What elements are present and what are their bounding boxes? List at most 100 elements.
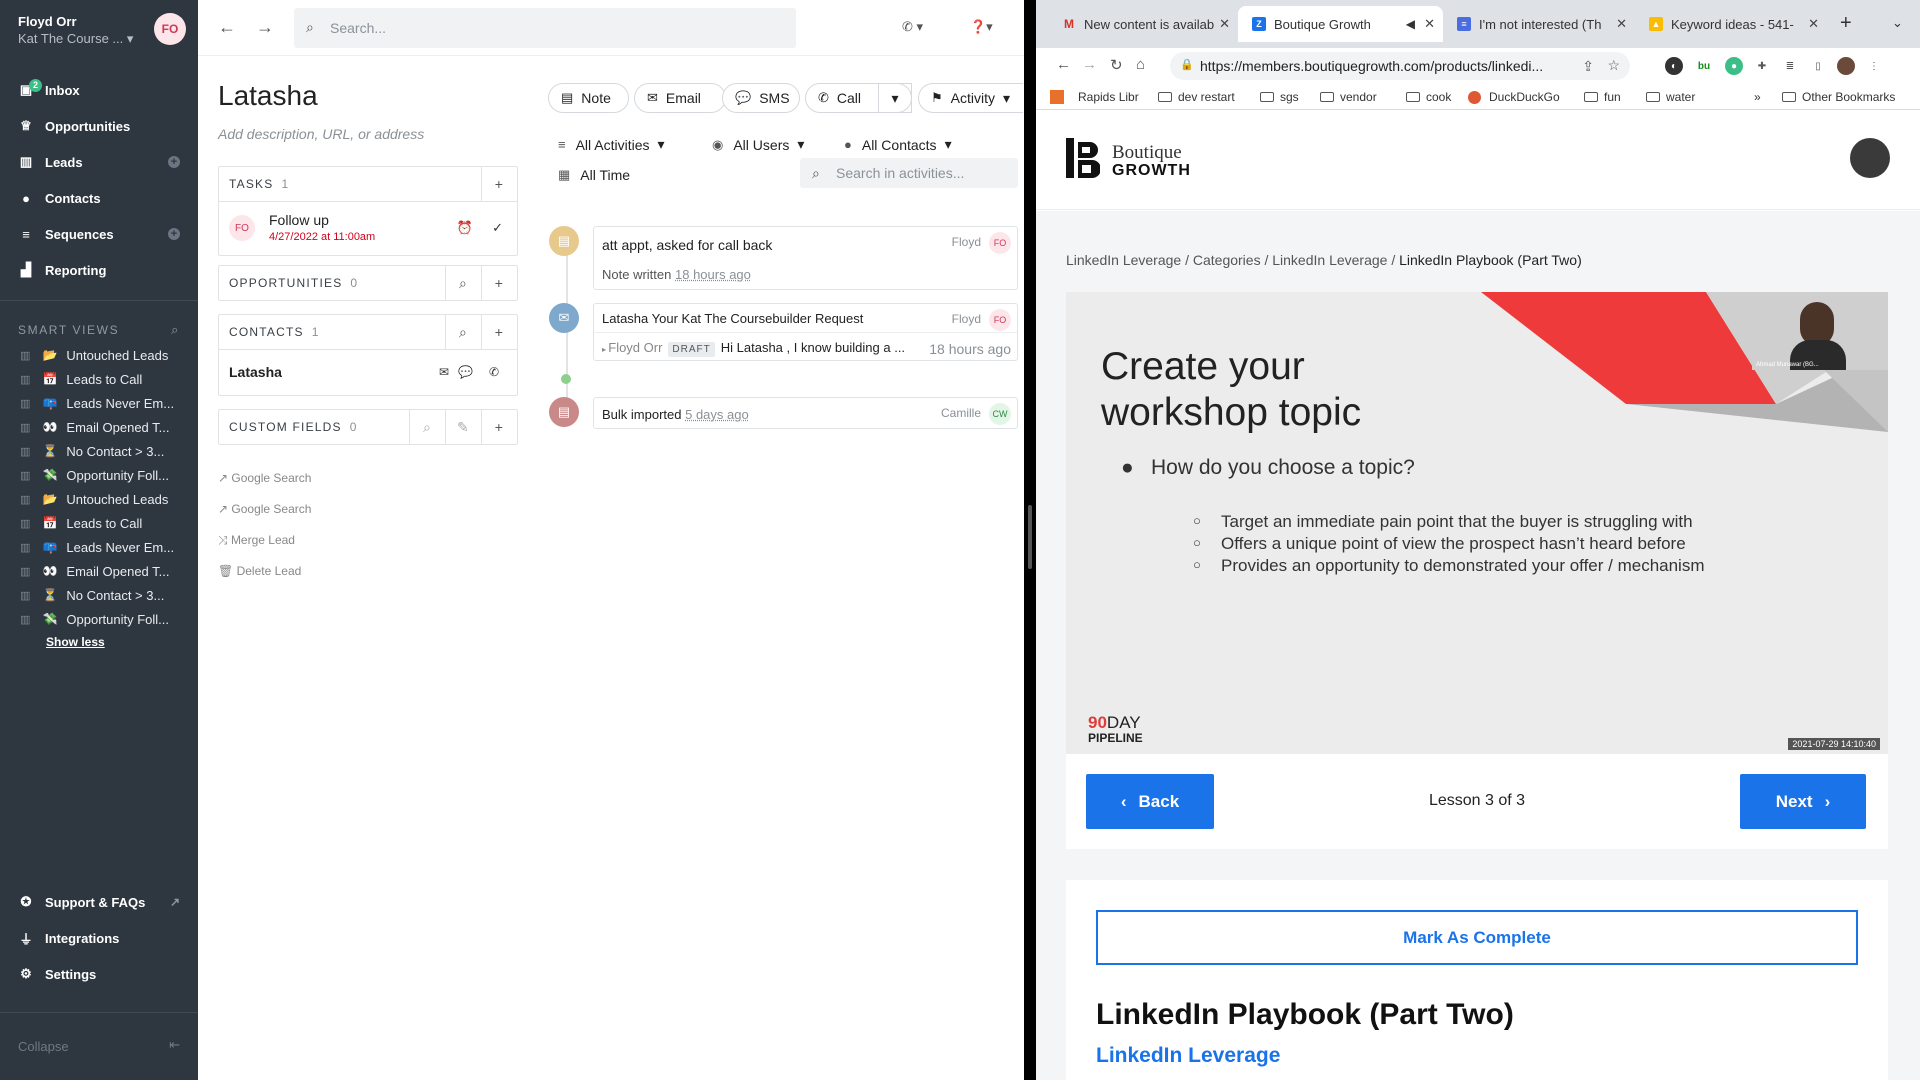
smart-view-item[interactable]: ▥ 👀 Email Opened T... — [0, 415, 198, 439]
smart-view-item[interactable]: ▥ 👀 Email Opened T... — [0, 559, 198, 583]
search-input[interactable]: ⌕ Search... — [294, 8, 796, 48]
note-button[interactable]: ▤ Note — [548, 83, 629, 113]
phone-icon[interactable]: ✆ ▾ — [902, 19, 923, 35]
show-less-link[interactable]: Show less — [0, 635, 198, 649]
video-player[interactable]: Ahmad Munawar (BG... Create your workshop… — [1066, 292, 1888, 754]
bookmark[interactable]: Rapids Libr — [1050, 90, 1139, 104]
page-title[interactable]: Latasha — [218, 80, 318, 112]
description-field[interactable]: Add description, URL, or address — [218, 126, 424, 142]
delete-lead-link[interactable]: 🗑 Delete Lead — [218, 564, 301, 578]
boutique-growth-logo[interactable] — [1066, 138, 1100, 178]
email-button[interactable]: ✉ Email — [634, 83, 726, 113]
google-search-link[interactable]: ↗ Google Search — [218, 471, 311, 485]
course-link[interactable]: LinkedIn Leverage — [1096, 1044, 1280, 1068]
forward-arrow-icon[interactable]: → — [256, 17, 274, 38]
url-input[interactable]: 🔒 https://members.boutiquegrowth.com/prod… — [1170, 52, 1630, 80]
smart-view-item[interactable]: ▥ 📪 Leads Never Em... — [0, 391, 198, 415]
sidebar-item-reporting[interactable]: ▟ Reporting — [0, 252, 198, 288]
sidebar-item-integrations[interactable]: ⏚ Integrations — [0, 920, 198, 956]
users-filter[interactable]: ◉ All Users ▾ — [712, 136, 804, 153]
breadcrumb-link[interactable]: LinkedIn Leverage — [1272, 252, 1387, 268]
share-icon[interactable]: ⇪ — [1582, 58, 1594, 75]
snooze-icon[interactable]: ⏰ — [457, 220, 473, 236]
smart-view-item[interactable]: ▥ 📂 Untouched Leads — [0, 343, 198, 367]
media-icon[interactable]: ≣ — [1781, 57, 1799, 75]
smart-view-item[interactable]: ▥ ⏳ No Contact > 3... — [0, 583, 198, 607]
bookmark[interactable]: vendor — [1320, 90, 1377, 104]
close-icon[interactable]: ✕ — [1808, 16, 1819, 32]
close-icon[interactable]: ✕ — [1616, 16, 1627, 32]
more-bookmarks-icon[interactable]: » — [1754, 90, 1761, 104]
bookmark[interactable]: fun — [1584, 90, 1621, 104]
back-arrow-icon[interactable]: ← — [1056, 56, 1071, 73]
add-lead-icon[interactable]: + — [168, 156, 180, 168]
profile-avatar[interactable] — [1837, 57, 1855, 75]
sidebar-item-inbox[interactable]: ▣ 2 Inbox — [0, 72, 198, 108]
next-button[interactable]: Next › — [1740, 774, 1866, 829]
activity-button[interactable]: ⚑ Activity ▾ — [918, 83, 1023, 113]
activities-filter[interactable]: ≡ All Activities ▾ — [558, 136, 665, 153]
smart-view-item[interactable]: ▥ 📅 Leads to Call — [0, 367, 198, 391]
breadcrumb-link[interactable]: Categories — [1193, 252, 1261, 268]
breadcrumb-link[interactable]: LinkedIn Leverage — [1066, 252, 1181, 268]
split-handle[interactable] — [1028, 505, 1032, 569]
sidebar-item-opportunities[interactable]: ♕ Opportunities — [0, 108, 198, 144]
smart-view-item[interactable]: ▥ 📅 Leads to Call — [0, 511, 198, 535]
tab-gmail[interactable]: M New content is availab ✕ — [1048, 6, 1238, 42]
puzzle-icon[interactable]: ✚ — [1753, 57, 1771, 75]
chevron-down-icon[interactable]: ⌄ — [1892, 15, 1903, 31]
sidepanel-icon[interactable]: ▯ — [1809, 57, 1827, 75]
add-contact-button[interactable]: + — [481, 315, 517, 349]
mark-complete-button[interactable]: Mark As Complete — [1096, 910, 1858, 965]
add-task-button[interactable]: + — [481, 167, 517, 201]
bookmark[interactable]: Other Bookmarks — [1782, 90, 1895, 104]
bookmark[interactable]: DuckDuckGo — [1468, 90, 1560, 104]
search-icon[interactable]: ⌕ — [445, 266, 481, 300]
menu-icon[interactable]: ⋮ — [1865, 57, 1883, 75]
reload-icon[interactable]: ↻ — [1110, 56, 1123, 74]
bookmark[interactable]: dev restart — [1158, 90, 1235, 104]
add-sequence-icon[interactable]: + — [168, 228, 180, 240]
new-tab-icon[interactable]: + — [1840, 12, 1852, 35]
smart-view-item[interactable]: ▥ ⏳ No Contact > 3... — [0, 439, 198, 463]
search-icon[interactable]: ⌕ — [445, 315, 481, 349]
forward-arrow-icon[interactable]: → — [1082, 56, 1097, 73]
sms-button[interactable]: 💬 SMS — [722, 83, 800, 113]
sidebar-item-sequences[interactable]: ≡ Sequences + — [0, 216, 198, 252]
collapse-button[interactable]: Collapse ⇤ — [0, 1012, 198, 1080]
email-icon[interactable]: ✉ — [439, 365, 449, 379]
complete-check-icon[interactable]: ✓ — [492, 220, 503, 236]
close-icon[interactable]: ✕ — [1424, 16, 1435, 32]
speaker-icon[interactable]: ◀︎ — [1406, 17, 1415, 31]
time-filter[interactable]: ▦ All Time — [558, 167, 630, 183]
extension-icon[interactable]: ● — [1725, 57, 1743, 75]
home-icon[interactable]: ⌂ — [1136, 56, 1145, 73]
sidebar-item-leads[interactable]: ▥ Leads + — [0, 144, 198, 180]
close-icon[interactable]: ✕ — [1219, 16, 1230, 32]
smart-view-item[interactable]: ▥ 📂 Untouched Leads — [0, 487, 198, 511]
bookmark[interactable]: water — [1646, 90, 1695, 104]
star-icon[interactable]: ☆ — [1607, 57, 1620, 74]
activity-note[interactable]: att appt, asked for call back Note writt… — [593, 226, 1018, 290]
search-icon[interactable]: ⌕ — [171, 322, 180, 338]
search-icon[interactable]: ⌕ — [409, 410, 445, 444]
help-icon[interactable]: ❓▾ — [970, 19, 993, 35]
back-arrow-icon[interactable]: ← — [218, 17, 236, 38]
activity-import[interactable]: Bulk imported 5 days ago Camille CW — [593, 397, 1018, 429]
google-search-link[interactable]: ↗ Google Search — [218, 502, 311, 516]
tab-not-interested[interactable]: ≡ I'm not interested (Th ✕ — [1443, 6, 1635, 42]
tab-boutique-growth[interactable]: Z Boutique Growth ◀︎ ✕ — [1238, 6, 1443, 42]
add-opportunity-button[interactable]: + — [481, 266, 517, 300]
contacts-filter[interactable]: ● All Contacts ▾ — [844, 136, 952, 153]
tab-keyword-ideas[interactable]: ▲ Keyword ideas - 541- ✕ — [1635, 6, 1827, 42]
sidebar-item-contacts[interactable]: ● Contacts — [0, 180, 198, 216]
extension-icon[interactable]: ◐ — [1665, 57, 1683, 75]
edit-icon[interactable]: ✎ — [445, 410, 481, 444]
sidebar-header[interactable]: Floyd Orr Kat The Course ... ▾ FO — [0, 0, 198, 56]
bookmark[interactable]: cook — [1406, 90, 1451, 104]
add-field-button[interactable]: + — [481, 410, 517, 444]
task-row[interactable]: FO Follow up 4/27/2022 at 11:00am ⏰ ✓ — [219, 201, 517, 253]
smart-view-item[interactable]: ▥ 💸 Opportunity Foll... — [0, 463, 198, 487]
avatar[interactable]: FO — [154, 13, 186, 45]
sms-icon[interactable]: 💬 — [458, 365, 473, 379]
